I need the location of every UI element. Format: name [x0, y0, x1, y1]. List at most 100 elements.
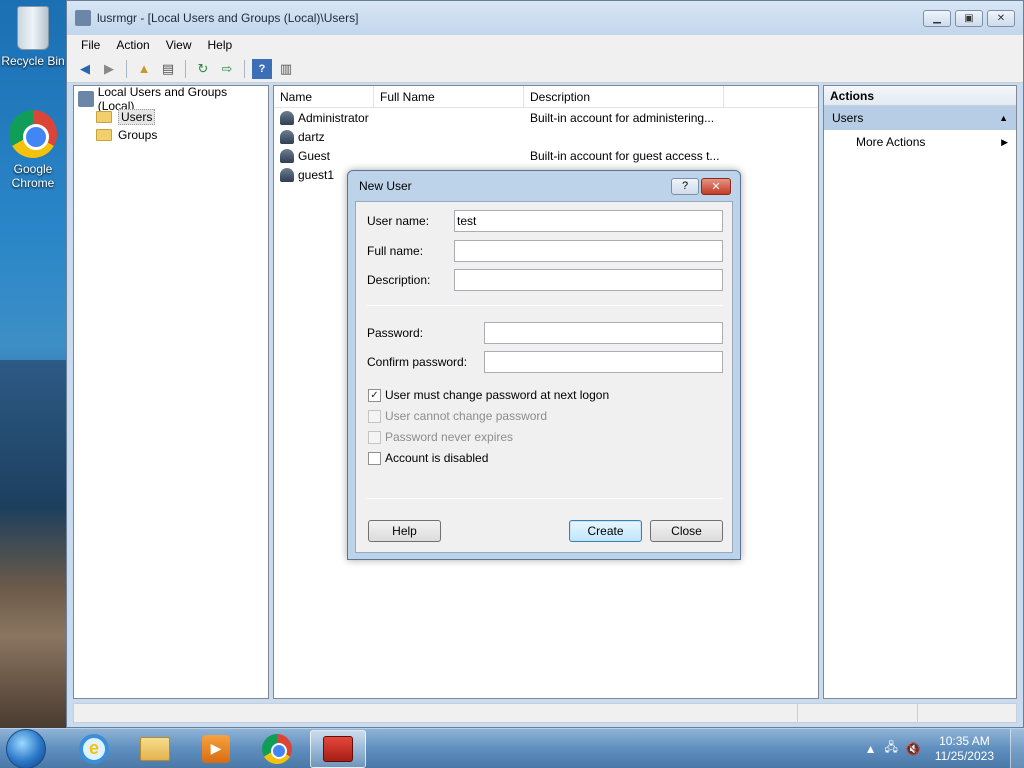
table-row[interactable]: Guest Built-in account for guest access …: [274, 146, 818, 165]
description-label: Description:: [367, 273, 431, 287]
user-name: dartz: [298, 129, 325, 144]
checkbox-icon[interactable]: [368, 451, 381, 465]
menu-view[interactable]: View: [158, 36, 200, 54]
show-hidden-icons-arrow-icon[interactable]: ▲: [865, 742, 877, 756]
menu-file[interactable]: File: [73, 36, 108, 54]
full-name-field[interactable]: [454, 240, 723, 262]
export-list-icon[interactable]: ⇨: [217, 59, 237, 79]
desktop-wallpaper: [0, 360, 66, 728]
create-button[interactable]: Create: [569, 520, 642, 542]
clock[interactable]: 10:35 AM 11/25/2023: [929, 734, 1000, 764]
table-row[interactable]: Administrator Built-in account for admin…: [274, 108, 818, 127]
show-desktop-button[interactable]: [1010, 728, 1024, 768]
taskbar: e ▶ ▲ 🖧 🔇 10:35 AM 11/25/2023: [0, 728, 1024, 768]
submenu-arrow-icon: ▶: [1001, 136, 1008, 147]
tree-item-root[interactable]: Local Users and Groups (Local): [78, 85, 264, 113]
toolbar-separator: [126, 59, 127, 78]
taskbar-file-explorer[interactable]: [127, 730, 183, 768]
volume-muted-icon[interactable]: 🔇: [906, 742, 921, 756]
collapse-up-icon: ▲: [999, 113, 1008, 123]
toolbar-separator: [244, 59, 245, 78]
dialog-help-icon[interactable]: ?: [671, 177, 699, 195]
user-name: guest1: [298, 167, 335, 182]
taskbar-media-player[interactable]: ▶: [188, 730, 244, 768]
show-hide-action-pane-icon[interactable]: ▥: [276, 59, 296, 79]
column-header-full-name[interactable]: Full Name: [374, 86, 524, 107]
refresh-icon[interactable]: ↻: [193, 59, 213, 79]
user-name-field[interactable]: [454, 210, 723, 232]
system-tray: ▲ 🖧 🔇 10:35 AM 11/25/2023: [865, 734, 1010, 764]
user-name-row: User name:: [367, 210, 723, 232]
checkbox-label: Password never expires: [385, 430, 514, 444]
user-name: Guest: [298, 148, 331, 163]
checkbox-label: User must change password at next logon: [385, 388, 610, 402]
taskbar-chrome[interactable]: [249, 730, 305, 768]
tree-item-label: Groups: [118, 128, 158, 142]
show-hide-tree-icon[interactable]: ▤: [158, 59, 178, 79]
confirm-password-row: Confirm password:: [367, 351, 723, 373]
local-users-groups-icon: [78, 91, 94, 107]
user-icon: [280, 110, 294, 125]
toolbar-separator: [185, 59, 186, 78]
clock-time: 10:35 AM: [939, 733, 990, 748]
help-icon[interactable]: ?: [252, 58, 272, 79]
dialog-close-icon[interactable]: ✕: [701, 177, 731, 195]
menu-action[interactable]: Action: [108, 36, 157, 54]
checkbox-icon: [368, 430, 381, 444]
maximize-button[interactable]: ▣: [955, 9, 983, 27]
window-titlebar[interactable]: lusrmgr - [Local Users and Groups (Local…: [67, 1, 1023, 35]
table-row[interactable]: dartz: [274, 127, 818, 146]
tree-pane: Local Users and Groups (Local) Users Gro…: [73, 85, 269, 699]
password-label: Password:: [367, 326, 424, 340]
column-header-name[interactable]: Name: [274, 86, 374, 107]
action-more-actions[interactable]: More Actions ▶: [824, 130, 1016, 154]
start-button[interactable]: [6, 728, 46, 768]
full-name-label: Full name:: [367, 244, 424, 258]
user-name-label: User name:: [367, 214, 430, 228]
taskbar-internet-explorer[interactable]: e: [66, 730, 122, 768]
forward-arrow-icon[interactable]: ▶: [99, 59, 119, 79]
up-folder-icon[interactable]: ▲: [134, 59, 154, 79]
desktop-icon-recycle-bin[interactable]: Recycle Bin: [0, 6, 66, 68]
actions-pane: Actions Users ▲ More Actions ▶: [823, 85, 1017, 699]
full-name-row: Full name:: [367, 240, 723, 262]
minimize-button[interactable]: ▁: [923, 9, 951, 27]
status-bar: [73, 703, 1017, 723]
desktop-icon-label: Google Chrome: [11, 162, 55, 190]
back-arrow-icon[interactable]: ◀: [75, 59, 95, 79]
column-header-description[interactable]: Description: [524, 86, 724, 107]
must-change-password-checkbox[interactable]: ✓ User must change password at next logo…: [368, 388, 609, 402]
chrome-icon: [262, 733, 292, 764]
desktop-area: Recycle Bin Google Chrome: [0, 0, 66, 728]
close-dialog-button[interactable]: Close: [650, 520, 723, 542]
desktop-icon-chrome[interactable]: Google Chrome: [0, 110, 66, 190]
chrome-icon: [9, 110, 57, 158]
clock-date: 11/25/2023: [934, 748, 994, 763]
help-button[interactable]: Help: [368, 520, 441, 542]
lusrmgr-app-icon: [75, 10, 91, 26]
password-never-expires-checkbox: Password never expires: [368, 430, 513, 444]
confirm-password-field[interactable]: [484, 351, 723, 373]
checkbox-checked-icon[interactable]: ✓: [368, 388, 381, 402]
user-icon: [280, 167, 294, 182]
description-field[interactable]: [454, 269, 723, 291]
computer-management-icon: [323, 735, 353, 762]
status-segment: [74, 704, 798, 722]
actions-section-users[interactable]: Users ▲: [824, 106, 1016, 130]
dialog-titlebar[interactable]: New User ? ✕: [348, 171, 740, 201]
tree-item-groups[interactable]: Groups: [78, 126, 264, 144]
taskbar-computer-management[interactable]: [310, 729, 366, 768]
password-field[interactable]: [484, 322, 723, 344]
toolbar: ◀ ▶ ▲ ▤ ↻ ⇨ ? ▥: [67, 55, 1023, 83]
status-segment: [798, 704, 918, 722]
tree-item-label: Users: [118, 109, 156, 125]
close-button[interactable]: ✕: [987, 9, 1015, 27]
dialog-divider: [367, 498, 723, 499]
menu-help[interactable]: Help: [200, 36, 241, 54]
network-icon[interactable]: 🖧: [884, 738, 897, 759]
account-disabled-checkbox[interactable]: Account is disabled: [368, 451, 488, 465]
user-icon: [280, 148, 294, 163]
dialog-body: User name: Full name: Description: Passw…: [355, 201, 733, 553]
password-row: Password:: [367, 322, 723, 344]
media-player-icon: ▶: [202, 734, 230, 763]
